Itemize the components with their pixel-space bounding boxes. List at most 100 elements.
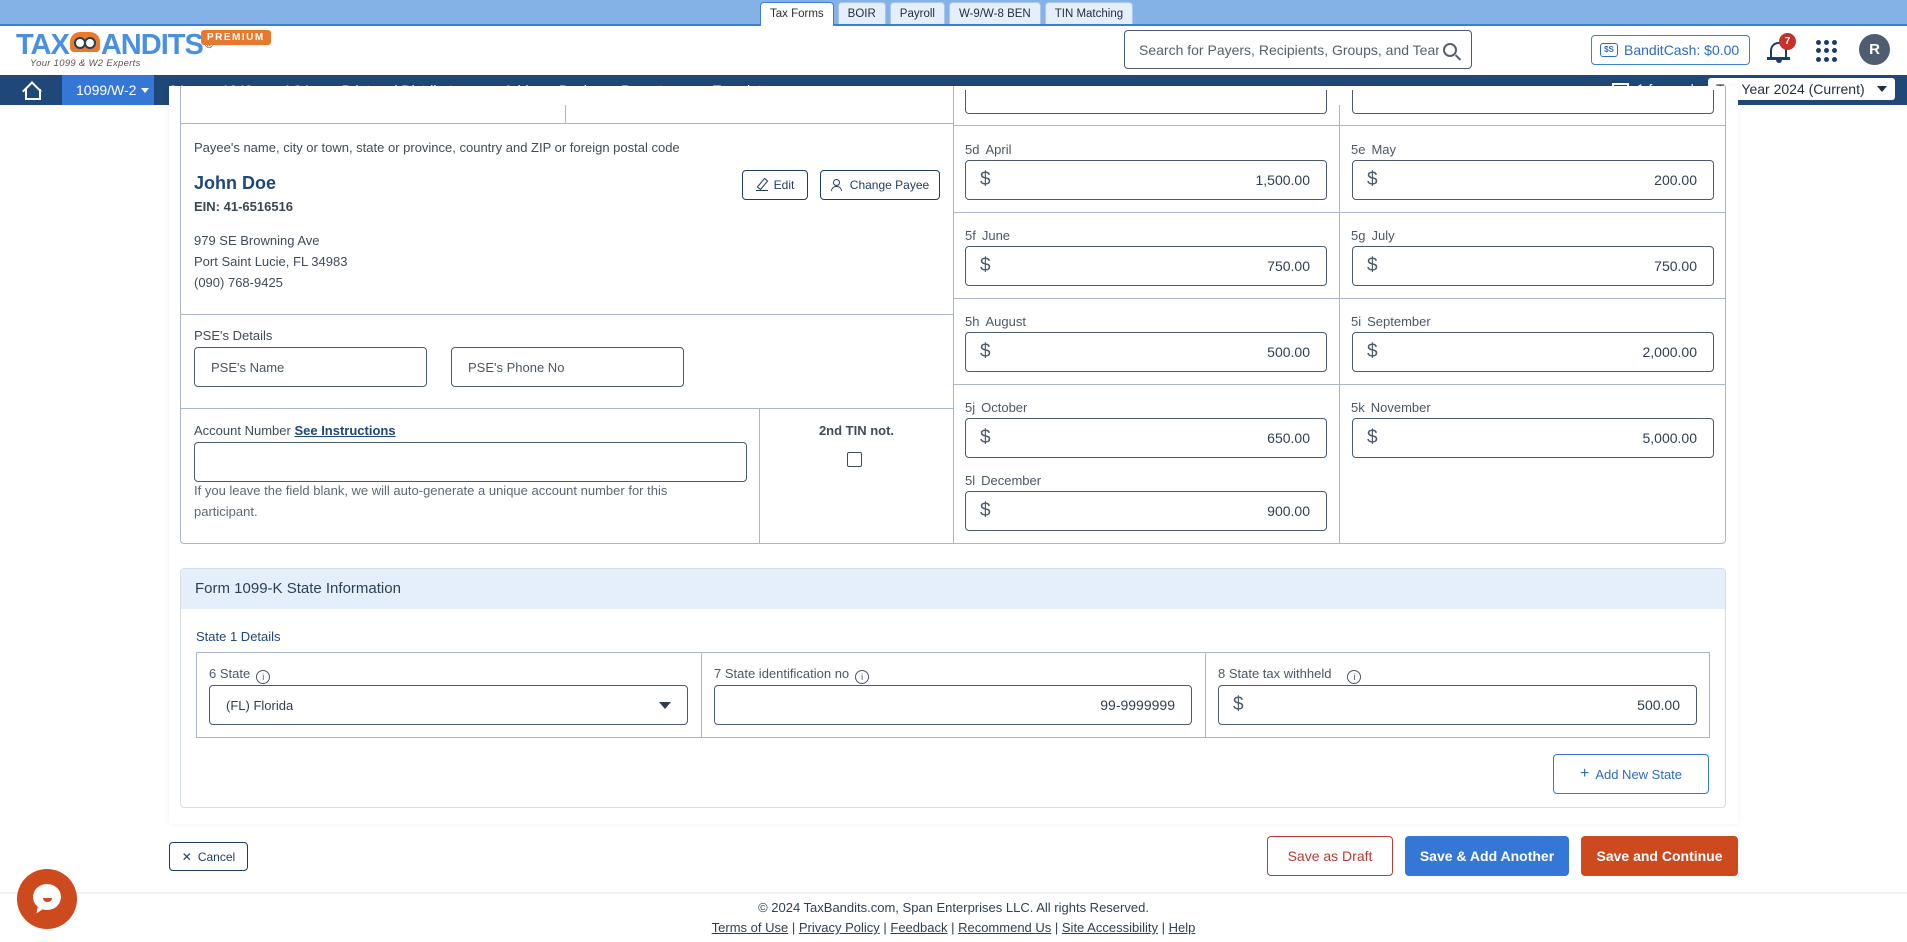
privacy-policy-link[interactable]: Privacy Policy [799,920,880,935]
box-5l-december-input[interactable]: $900.00 [965,491,1327,531]
feedback-link[interactable]: Feedback [890,920,947,935]
box-5h-august-input[interactable]: $500.00 [965,332,1327,372]
bell-icon-clapper [1776,60,1782,63]
box-5i-label: 5i September [1351,314,1431,329]
box-5l-label: 5l December [965,473,1042,488]
recommend-us-link[interactable]: Recommend Us [958,920,1051,935]
terms-of-use-link[interactable]: Terms of Use [712,920,789,935]
state-id-input[interactable]: 99-9999999 [714,685,1192,725]
search-icon[interactable] [1443,42,1457,57]
divider [180,314,953,315]
divider [180,408,953,409]
payee-address-line2: Port Saint Lucie, FL 34983 [194,254,348,269]
pse-phone-input[interactable] [451,347,684,387]
nav-item-1099-w2[interactable]: 1099/W-2 [62,75,154,105]
tax-year-value: Tax Year 2024 (Current) [1716,81,1865,97]
box-5d-label: 5d April [965,142,1012,157]
box-5k-november-input[interactable]: $5,000.00 [1352,418,1714,458]
divider [1339,105,1340,544]
add-new-state-button[interactable]: + Add New State [1553,754,1709,794]
save-and-continue-button[interactable]: Save and Continue [1581,836,1738,876]
tab-tax-forms[interactable]: Tax Forms [760,2,834,26]
chat-widget-button[interactable] [17,869,77,929]
pse-name-input[interactable] [194,347,427,387]
user-avatar[interactable]: R [1859,34,1890,65]
cancel-button[interactable]: ✕ Cancel [169,842,248,871]
help-link[interactable]: Help [1169,920,1196,935]
box-5i-september-input[interactable]: $2,000.00 [1352,332,1714,372]
box-5g-july-input[interactable]: $750.00 [1352,246,1714,286]
state-select[interactable]: (FL) Florida [209,685,688,725]
cancel-label: Cancel [197,849,236,864]
account-label-text: Account Number [194,423,291,438]
change-payee-label: Change Payee [849,178,930,192]
dollar-icon: $ [980,427,991,448]
see-instructions-link[interactable]: See Instructions [294,423,395,438]
state-tax-withheld-label: 8 State tax withheld i [1218,666,1362,684]
info-icon[interactable]: i [1347,670,1362,684]
chevron-down-icon [141,88,150,93]
tab-w9-w8ben[interactable]: W-9/W-8 BEN [948,2,1041,24]
state-select-value: (FL) Florida [226,697,294,713]
logo-text-left: TAX [16,29,70,61]
account-number-hint: If you leave the field blank, we will au… [194,483,668,519]
dollar-icon: $ [1367,427,1378,448]
change-payee-button[interactable]: Change Payee [820,170,940,200]
amount-value: 750.00 [1654,258,1697,274]
search-input[interactable] [1139,41,1439,58]
state-information-title: Form 1099-K State Information [181,569,1725,609]
info-icon[interactable]: i [256,670,271,684]
amount-value: 1,500.00 [1255,172,1311,188]
box-5e-may-input[interactable]: $200.00 [1352,160,1714,200]
state-1-details-label: State 1 Details [196,629,281,644]
divider [953,384,1726,385]
amount-value: 750.00 [1267,258,1310,274]
dollar-icon: $ [980,169,991,190]
box-5d-april-input[interactable]: $1,500.00 [965,160,1327,200]
second-tin-checkbox[interactable] [847,452,862,467]
info-icon[interactable]: i [855,670,870,684]
footer-divider [0,892,1907,894]
save-as-draft-button[interactable]: Save as Draft [1267,836,1393,876]
plus-icon: + [1579,765,1590,782]
payee-section-label: Payee's name, city or town, state or pro… [194,140,680,155]
state-tax-withheld-input[interactable]: $500.00 [1218,685,1697,725]
edit-payee-button[interactable]: Edit [742,170,808,200]
box-5j-october-input[interactable]: $650.00 [965,418,1327,458]
pencil-icon [755,179,768,191]
product-tabs: Tax Forms BOIR Payroll W-9/W-8 BEN TIN M… [760,2,1134,26]
tab-tin-matching[interactable]: TIN Matching [1044,2,1134,24]
divider [953,125,1726,126]
state-id-label: 7 State identification no i [714,666,870,684]
divider [701,652,702,738]
dollar-icon: $ [1367,169,1378,190]
amount-input-partial[interactable] [965,90,1327,114]
bandit-cash-icon: $S [1600,43,1618,57]
owl-logo-icon [69,32,100,52]
amount-value: 900.00 [1267,503,1310,519]
tab-boir[interactable]: BOIR [837,2,886,24]
nav-home[interactable] [0,75,62,105]
dollar-icon: $ [1233,694,1244,715]
taxbandits-logo[interactable]: TAX ANDITS ® Your 1099 & W2 Experts [16,29,213,69]
close-icon: ✕ [181,849,192,864]
footer-links: Terms of Use | Privacy Policy | Feedback… [0,920,1907,935]
box-5f-label: 5f June [965,228,1011,243]
account-number-label: Account Number See Instructions [194,423,396,438]
divider [180,123,953,124]
save-and-add-another-button[interactable]: Save & Add Another [1405,836,1569,876]
bandit-cash-label: BanditCash: $0.00 [1624,42,1740,58]
box-5f-june-input[interactable]: $750.00 [965,246,1327,286]
edit-label: Edit [773,178,795,192]
home-icon [22,81,41,100]
apps-grid-icon[interactable] [1816,40,1838,62]
bandit-cash-button[interactable]: $S BanditCash: $0.00 [1591,35,1750,65]
amount-value: 500.00 [1267,344,1310,360]
box-5k-label: 5k November [1351,400,1431,415]
amount-input-partial[interactable] [1352,90,1714,114]
notifications-button[interactable]: 7 [1767,33,1796,64]
account-number-input[interactable] [194,442,747,482]
site-accessibility-link[interactable]: Site Accessibility [1062,920,1158,935]
tab-payroll[interactable]: Payroll [889,2,945,24]
pse-section-label: PSE's Details [194,328,273,343]
